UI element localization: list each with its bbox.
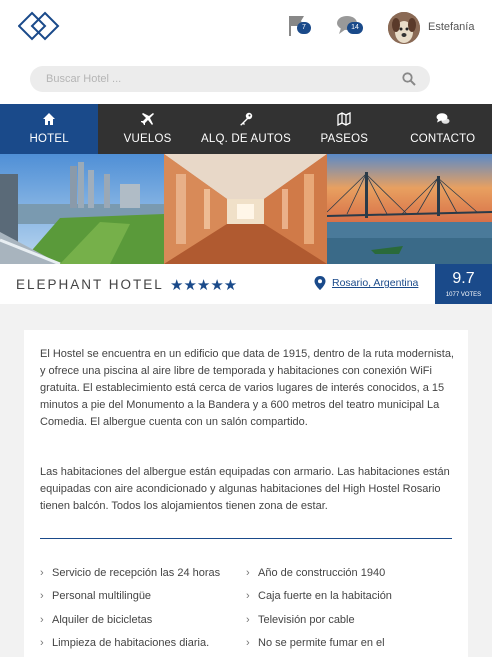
nav-label: HOTEL xyxy=(29,133,69,145)
nav-item-alq-autos[interactable]: ALQ. DE AUTOS xyxy=(197,104,295,154)
chevron-right-icon: › xyxy=(246,637,250,649)
search-input[interactable] xyxy=(30,66,400,92)
description-paragraph: Las habitaciones del albergue están equi… xyxy=(40,466,450,512)
nav-item-contacto[interactable]: CONTACTO xyxy=(394,104,492,154)
amenity-item: › Caja fuerte en la habitación xyxy=(246,590,392,602)
nav-item-hotel[interactable]: HOTEL xyxy=(0,104,99,154)
score-badge: 9.7 1077 VOTES xyxy=(435,264,492,304)
key-icon xyxy=(239,112,253,126)
amenity-item: › Limpieza de habitaciones diaria. xyxy=(40,637,210,649)
bridge-photo[interactable] xyxy=(327,154,492,264)
chevron-right-icon: › xyxy=(40,614,44,626)
amenity-item: › Servicio de recepción las 24 horas xyxy=(40,567,221,579)
search-bar xyxy=(30,66,430,92)
corridor-photo[interactable] xyxy=(164,154,327,264)
chevron-right-icon: › xyxy=(246,567,250,579)
hotel-name: ELEPHANT HOTEL xyxy=(16,277,164,292)
star-rating: ★★★★★ xyxy=(170,277,238,294)
nav-item-vuelos[interactable]: VUELOS xyxy=(98,104,196,154)
username[interactable]: Estefanía xyxy=(428,21,474,33)
chevron-right-icon: › xyxy=(246,614,250,626)
photo-gallery xyxy=(0,154,492,264)
chevron-right-icon: › xyxy=(246,590,250,602)
notification-badge: 7 xyxy=(297,22,311,34)
nav-label: ALQ. DE AUTOS xyxy=(201,133,291,145)
top-header: 7 14 Estefanía xyxy=(0,0,492,104)
chevron-right-icon: › xyxy=(40,637,44,649)
chat-bubbles-icon xyxy=(436,113,450,124)
city-photo[interactable] xyxy=(0,154,164,264)
home-icon xyxy=(43,113,56,125)
amenity-item: › Alquiler de bicicletas xyxy=(40,614,153,626)
description-card: El Hostel se encuentra en un edificio qu… xyxy=(24,330,468,657)
search-icon[interactable] xyxy=(402,72,416,86)
avatar[interactable] xyxy=(388,12,420,44)
amenity-item: › Personal multilingüe xyxy=(40,590,152,602)
amenity-item: › Televisión por cable xyxy=(246,614,355,626)
nav-label: VUELOS xyxy=(123,133,172,145)
map-pin-icon xyxy=(314,276,326,290)
nav-label: PASEOS xyxy=(320,133,369,145)
map-icon xyxy=(337,112,352,126)
nav-label: CONTACTO xyxy=(410,133,476,145)
messages-badge: 14 xyxy=(347,22,363,34)
location-link[interactable]: Rosario, Argentina xyxy=(332,277,418,289)
main-nav: HOTEL VUELOS ALQ. DE AUTOS PASEOS CONTAC… xyxy=(0,104,492,154)
divider xyxy=(40,538,452,539)
votes-count: 1077 VOTES xyxy=(445,292,482,298)
amenity-item: › Año de construcción 1940 xyxy=(246,567,386,579)
score-value: 9.7 xyxy=(452,270,475,287)
chevron-right-icon: › xyxy=(40,567,44,579)
description-paragraph: El Hostel se encuentra en un edificio qu… xyxy=(40,348,454,428)
plane-icon xyxy=(140,113,154,125)
hotel-title-bar: ELEPHANT HOTEL ★★★★★ Rosario, Argentina xyxy=(0,264,492,304)
amenity-item: › No se permite fumar en el xyxy=(246,637,385,649)
logo-icon[interactable] xyxy=(18,10,62,44)
nav-item-paseos[interactable]: PASEOS xyxy=(295,104,393,154)
chevron-right-icon: › xyxy=(40,590,44,602)
